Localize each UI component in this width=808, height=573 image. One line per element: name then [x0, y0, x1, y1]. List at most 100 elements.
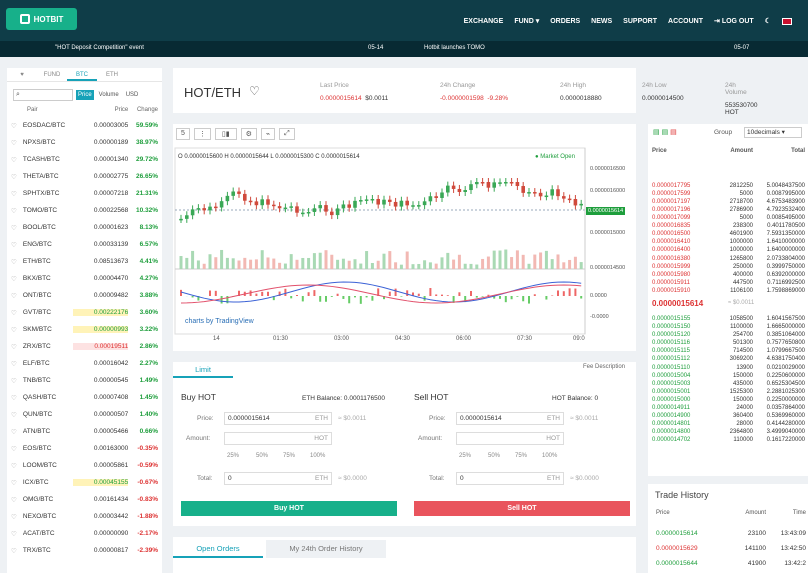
- book-both-icon[interactable]: ▤: [653, 129, 660, 136]
- book-bids-icon[interactable]: ▤: [662, 129, 669, 136]
- favorite-heart-icon[interactable]: ♡: [11, 377, 23, 385]
- favorite-heart-icon[interactable]: ♡: [249, 84, 260, 98]
- market-row[interactable]: ♡ LOOM/BTC 0.00005861 -0.59%: [7, 457, 162, 474]
- tab-fund[interactable]: FUND: [37, 68, 67, 81]
- favorite-heart-icon[interactable]: ♡: [11, 479, 23, 487]
- bid-row[interactable]: 0.0000015003 435000 0.6525304500: [648, 380, 808, 388]
- market-row[interactable]: ♡ ONT/BTC 0.00009482 3.88%: [7, 287, 162, 304]
- ask-row[interactable]: 0.0000016380 1265800 2.0733804000: [648, 255, 808, 263]
- ticker-item[interactable]: "HOT Deposit Competition" event: [55, 45, 144, 51]
- sell-25-button[interactable]: 25%: [459, 453, 471, 459]
- favorite-heart-icon[interactable]: ♡: [11, 275, 23, 283]
- market-row[interactable]: ♡ ACAT/BTC 0.00000090 -2.17%: [7, 525, 162, 542]
- favorite-heart-icon[interactable]: ♡: [11, 207, 23, 215]
- fee-description-link[interactable]: Fee Description: [583, 364, 625, 370]
- bid-row[interactable]: 0.0000015000 150000 0.2250000000: [648, 396, 808, 404]
- ask-row[interactable]: 0.0000017795 2812250 5.0048437500: [648, 182, 808, 190]
- market-row[interactable]: ♡ ENG/BTC 0.00033139 6.57%: [7, 236, 162, 253]
- bid-row[interactable]: 0.0000015004 150000 0.2250600000: [648, 372, 808, 380]
- sort-price-button[interactable]: Price: [76, 90, 94, 100]
- nav-support[interactable]: SUPPORT: [623, 18, 657, 25]
- ask-row[interactable]: 0.0000015980 400000 0.6392000000: [648, 271, 808, 279]
- sell-75-button[interactable]: 75%: [515, 453, 527, 459]
- sell-50-button[interactable]: 50%: [488, 453, 500, 459]
- favorite-heart-icon[interactable]: ♡: [11, 258, 23, 266]
- market-row[interactable]: ♡ NPXS/BTC 0.00000189 38.97%: [7, 134, 162, 151]
- nav-fund[interactable]: FUND ▾: [514, 17, 539, 25]
- sell-100-button[interactable]: 100%: [542, 453, 557, 459]
- favorite-heart-icon[interactable]: ♡: [11, 394, 23, 402]
- bid-row[interactable]: 0.0000015112 3069200 4.6381750400: [648, 355, 808, 363]
- buy-25-button[interactable]: 25%: [227, 453, 239, 459]
- bid-row[interactable]: 0.0000014911 24000 0.0357864000: [648, 404, 808, 412]
- sell-amount-input[interactable]: HOT: [456, 432, 564, 445]
- market-row[interactable]: ♡ ICX/BTC 0.00045155 -0.67%: [7, 474, 162, 491]
- bid-row[interactable]: 0.0000014801 28000 0.4144280000: [648, 420, 808, 428]
- tab-eth[interactable]: ETH: [97, 68, 127, 81]
- sell-total-input[interactable]: 0 ETH: [456, 472, 564, 485]
- ask-row[interactable]: 0.0000016410 1000000 1.6410000000: [648, 238, 808, 246]
- bid-row[interactable]: 0.0000015110 13900 0.0210029000: [648, 364, 808, 372]
- buy-total-input[interactable]: 0 ETH: [224, 472, 332, 485]
- book-asks-icon[interactable]: ▤: [670, 129, 677, 136]
- favorite-heart-icon[interactable]: ♡: [11, 445, 23, 453]
- nav-logout[interactable]: ⇥ LOG OUT: [714, 17, 754, 25]
- market-row[interactable]: ♡ SKM/BTC 0.00000993 3.22%: [7, 321, 162, 338]
- sell-hot-button[interactable]: Sell HOT: [414, 501, 630, 516]
- usd-toggle[interactable]: USD: [124, 90, 141, 100]
- sell-price-input[interactable]: 0.0000015614 ETH: [456, 412, 564, 425]
- buy-50-button[interactable]: 50%: [256, 453, 268, 459]
- favorite-heart-icon[interactable]: ♡: [11, 190, 23, 198]
- market-row[interactable]: ♡ TOMO/BTC 0.00022568 10.32%: [7, 202, 162, 219]
- favorite-heart-icon[interactable]: ♡: [11, 496, 23, 504]
- search-input[interactable]: ⌕: [13, 89, 73, 101]
- market-row[interactable]: ♡ TNB/BTC 0.00000545 1.49%: [7, 372, 162, 389]
- ask-row[interactable]: 0.0000017599 5000 0.0087995000: [648, 190, 808, 198]
- market-row[interactable]: ♡ ZRX/BTC 0.00019511 2.86%: [7, 338, 162, 355]
- favorite-heart-icon[interactable]: ♡: [11, 428, 23, 436]
- market-row[interactable]: ♡ EOS/BTC 0.00163000 -0.35%: [7, 440, 162, 457]
- tab-favorites[interactable]: ♥: [7, 68, 37, 81]
- favorite-heart-icon[interactable]: ♡: [11, 462, 23, 470]
- nav-exchange[interactable]: EXCHANGE: [464, 18, 504, 25]
- favorite-heart-icon[interactable]: ♡: [11, 122, 23, 130]
- buy-price-input[interactable]: 0.0000015614 ETH: [224, 412, 332, 425]
- market-row[interactable]: ♡ QUN/BTC 0.00000507 1.40%: [7, 406, 162, 423]
- flag-icon[interactable]: [782, 17, 792, 25]
- market-row[interactable]: ♡ ELF/BTC 0.00016042 2.27%: [7, 355, 162, 372]
- ask-row[interactable]: 0.0000017197 2718700 4.6753483900: [648, 198, 808, 206]
- favorite-heart-icon[interactable]: ♡: [11, 241, 23, 249]
- bid-row[interactable]: 0.0000014800 2364800 3.4999040000: [648, 428, 808, 436]
- bid-row[interactable]: 0.0000015150 1100000 1.6665000000: [648, 323, 808, 331]
- favorite-heart-icon[interactable]: ♡: [11, 139, 23, 147]
- favorite-heart-icon[interactable]: ♡: [11, 411, 23, 419]
- nav-account[interactable]: ACCOUNT: [668, 18, 703, 25]
- decimals-select[interactable]: 10decimals ▾: [744, 127, 802, 138]
- ask-row[interactable]: 0.0000016500 4601900 7.5931350000: [648, 230, 808, 238]
- tab-order-history[interactable]: My 24th Order History: [266, 540, 386, 558]
- bid-row[interactable]: 0.0000014702 110000 0.1617220000: [648, 436, 808, 444]
- buy-75-button[interactable]: 75%: [283, 453, 295, 459]
- bid-row[interactable]: 0.0000014900 360400 0.5369960000: [648, 412, 808, 420]
- market-row[interactable]: ♡ SPHTX/BTC 0.00007218 21.31%: [7, 185, 162, 202]
- ask-row[interactable]: 0.0000015999 250000 0.3999750000: [648, 263, 808, 271]
- sort-volume-button[interactable]: Volume: [97, 90, 121, 100]
- favorite-heart-icon[interactable]: ♡: [11, 360, 23, 368]
- bid-row[interactable]: 0.0000015120 254700 0.3851064000: [648, 331, 808, 339]
- ask-row[interactable]: 0.0000016835 238300 0.4011780500: [648, 222, 808, 230]
- tab-limit[interactable]: Limit: [173, 362, 233, 378]
- tab-btc[interactable]: BTC: [67, 68, 97, 81]
- market-row[interactable]: ♡ TCASH/BTC 0.00001340 29.72%: [7, 151, 162, 168]
- ticker-item[interactable]: Hotbit launches TOMO: [424, 45, 485, 51]
- hotbit-logo[interactable]: HOTBIT: [6, 8, 77, 30]
- favorite-heart-icon[interactable]: ♡: [11, 156, 23, 164]
- favorite-heart-icon[interactable]: ♡: [11, 326, 23, 334]
- favorite-heart-icon[interactable]: ♡: [11, 343, 23, 351]
- nav-news[interactable]: NEWS: [591, 18, 612, 25]
- favorite-heart-icon[interactable]: ♡: [11, 224, 23, 232]
- favorite-heart-icon[interactable]: ♡: [11, 530, 23, 538]
- market-row[interactable]: ♡ QASH/BTC 0.00007408 1.45%: [7, 389, 162, 406]
- market-row[interactable]: ♡ GVT/BTC 0.00222176 3.60%: [7, 304, 162, 321]
- market-row[interactable]: ♡ EOSDAC/BTC 0.00003005 59.59%: [7, 117, 162, 134]
- ask-row[interactable]: 0.0000015910 1106100 1.7598869000: [648, 287, 808, 295]
